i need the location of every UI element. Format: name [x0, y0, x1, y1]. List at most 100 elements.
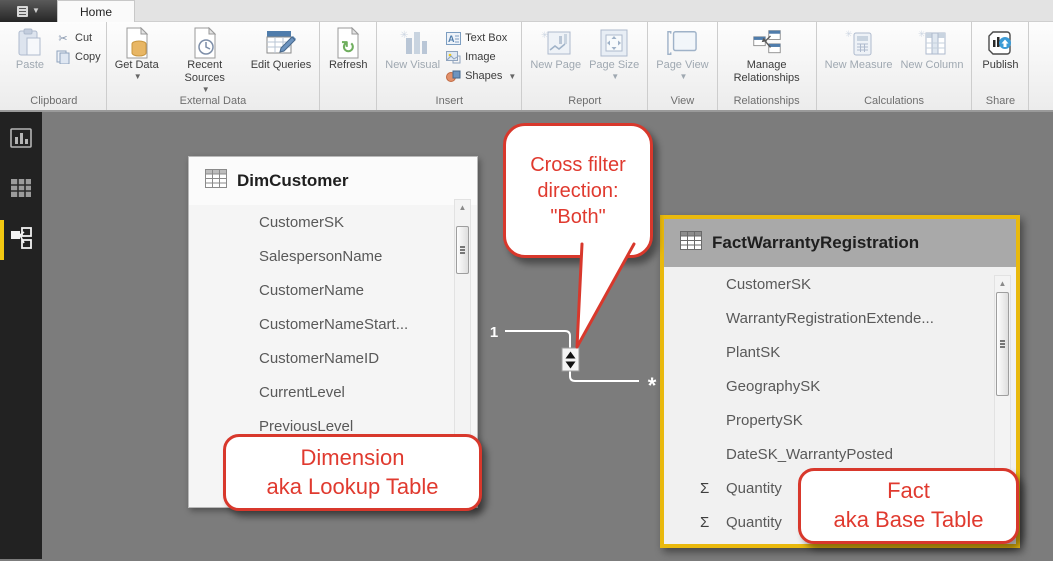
- scrollbar-thumb[interactable]: [996, 292, 1009, 396]
- publish-button[interactable]: Publish: [977, 24, 1023, 72]
- field-row[interactable]: Σ CustomerSK: [664, 267, 1016, 301]
- field-row[interactable]: Σ PropertySK: [664, 403, 1016, 437]
- field-row[interactable]: SalespersonName: [189, 239, 477, 273]
- speech-bubble-tail: [575, 242, 636, 349]
- sidebar-item-data-view[interactable]: [0, 174, 42, 206]
- paste-button[interactable]: Paste: [7, 24, 53, 72]
- refresh-icon: ↻: [333, 27, 363, 59]
- page-size-label: Page Size: [589, 59, 640, 71]
- new-visual-button[interactable]: ✳ New Visual: [382, 24, 443, 72]
- tab-home[interactable]: Home: [57, 0, 136, 22]
- scroll-up-icon[interactable]: ▲: [995, 276, 1010, 290]
- group-label-view: View: [670, 95, 695, 107]
- refresh-label: Refresh: [328, 59, 368, 71]
- field-name: CurrentLevel: [259, 383, 345, 401]
- cut-button[interactable]: ✂ Cut: [55, 30, 101, 46]
- paste-label: Paste: [15, 59, 45, 71]
- field-row[interactable]: CustomerNameStart...: [189, 307, 477, 341]
- ribbon-group-calculations: ✳ New Measure ✳ New Column Calculations: [817, 22, 973, 110]
- file-menu-button[interactable]: ▼: [0, 0, 57, 22]
- group-label-clipboard: Clipboard: [30, 95, 78, 107]
- group-label-share: Share: [985, 95, 1016, 107]
- relationship-one-label: 1: [490, 324, 498, 341]
- new-page-label: New Page: [530, 59, 582, 71]
- scissors-icon: ✂: [58, 32, 68, 45]
- sidebar-item-report-view[interactable]: [0, 124, 42, 156]
- chevron-down-icon: ▼: [611, 71, 620, 81]
- ribbon-group-report: ✳ New Page Page Size ▼ Report: [522, 22, 649, 110]
- ribbon-group-external-data: Get Data ▼ Recent Sources ▼ Edit Queries…: [107, 22, 321, 110]
- copy-button[interactable]: Copy: [55, 49, 101, 65]
- group-label-refresh-spacer: [325, 106, 371, 110]
- page-size-button[interactable]: Page Size ▼: [586, 24, 642, 81]
- field-row[interactable]: Σ PlantSK: [664, 335, 1016, 369]
- ribbon-group-share: Publish Share: [972, 22, 1030, 110]
- recent-sources-button[interactable]: Recent Sources ▼: [164, 24, 246, 94]
- new-page-icon: ✳: [541, 27, 571, 59]
- cut-label: Cut: [75, 32, 93, 44]
- callout-fact: Fact aka Base Table: [798, 468, 1019, 544]
- new-measure-button[interactable]: ✳ New Measure: [822, 24, 896, 72]
- sidebar-item-relationships-view[interactable]: [0, 220, 42, 260]
- scrollbar-thumb[interactable]: [456, 226, 469, 274]
- new-column-button[interactable]: ✳ New Column: [897, 24, 966, 72]
- field-list: CustomerSK SalespersonName CustomerName …: [189, 205, 477, 443]
- field-row[interactable]: CustomerSK: [189, 205, 477, 239]
- field-row[interactable]: CurrentLevel: [189, 375, 477, 409]
- text-box-button[interactable]: A Text Box: [445, 30, 516, 46]
- scroll-up-icon[interactable]: ▲: [455, 200, 470, 214]
- callout-line: direction:: [537, 179, 619, 202]
- field-row[interactable]: CustomerName: [189, 273, 477, 307]
- get-data-icon: [122, 27, 152, 59]
- field-row[interactable]: Σ GeographySK: [664, 369, 1016, 403]
- callout-cross-filter: Cross filter direction: "Both": [503, 123, 653, 258]
- edit-queries-button[interactable]: Edit Queries: [248, 24, 315, 72]
- chevron-down-icon: ▼: [133, 71, 142, 81]
- new-visual-icon: ✳: [398, 27, 428, 59]
- callout-dimension: Dimension aka Lookup Table: [223, 434, 482, 511]
- relationship-line: [505, 330, 571, 348]
- relationships-canvas[interactable]: 1 * DimCustomer CustomerSK SalespersonNa…: [42, 112, 1053, 559]
- field-name: PropertySK: [726, 411, 803, 429]
- model-diagram-icon: [9, 226, 33, 255]
- file-menu-icon: [17, 5, 29, 17]
- publish-icon: [985, 27, 1015, 59]
- table-dimcustomer-header[interactable]: DimCustomer: [189, 157, 477, 205]
- data-grid-icon: [10, 177, 32, 204]
- field-name: SalespersonName: [259, 247, 383, 265]
- field-row[interactable]: CustomerNameID: [189, 341, 477, 375]
- table-title: DimCustomer: [237, 171, 349, 190]
- refresh-button[interactable]: ↻ Refresh: [325, 24, 371, 72]
- page-size-icon: [599, 27, 629, 59]
- chevron-down-icon: ▼: [508, 71, 517, 81]
- image-button[interactable]: Image: [445, 49, 516, 65]
- ribbon-group-view: Page View ▼ View: [648, 22, 718, 110]
- get-data-button[interactable]: Get Data ▼: [112, 24, 162, 81]
- cross-filter-both-icon[interactable]: [561, 347, 580, 372]
- publish-label: Publish: [982, 59, 1019, 71]
- field-row[interactable]: Σ WarrantyRegistrationExtende...: [664, 301, 1016, 335]
- svg-text:↻: ↻: [341, 38, 355, 57]
- table-factwarrantyregistration-header[interactable]: FactWarrantyRegistration: [664, 219, 1016, 267]
- field-name: CustomerNameStart...: [259, 315, 409, 333]
- text-box-label: Text Box: [465, 32, 508, 44]
- field-name: PlantSK: [726, 343, 781, 361]
- ribbon-group-relationships: Manage Relationships Relationships: [718, 22, 817, 110]
- image-label: Image: [465, 51, 496, 63]
- svg-text:✳: ✳: [918, 29, 926, 39]
- field-name: GeographySK: [726, 377, 821, 395]
- field-name: CustomerSK: [259, 213, 345, 231]
- copy-pages-icon: [55, 49, 71, 65]
- page-view-button[interactable]: Page View ▼: [653, 24, 711, 81]
- new-page-button[interactable]: ✳ New Page: [527, 24, 584, 72]
- field-name: DateSK_WarrantyPosted: [726, 445, 894, 463]
- recent-sources-label: Recent Sources: [184, 59, 225, 84]
- field-name: Quantity: [726, 479, 782, 497]
- table-icon: [680, 231, 702, 255]
- shapes-button[interactable]: Shapes ▼: [445, 68, 516, 84]
- text-box-icon: A: [445, 30, 461, 46]
- chevron-down-icon: ▼: [32, 6, 40, 15]
- tab-bar: ▼ Home: [0, 0, 1053, 22]
- manage-relationships-button[interactable]: Manage Relationships: [723, 24, 811, 85]
- field-row[interactable]: Σ DateSK_WarrantyPosted: [664, 437, 1016, 471]
